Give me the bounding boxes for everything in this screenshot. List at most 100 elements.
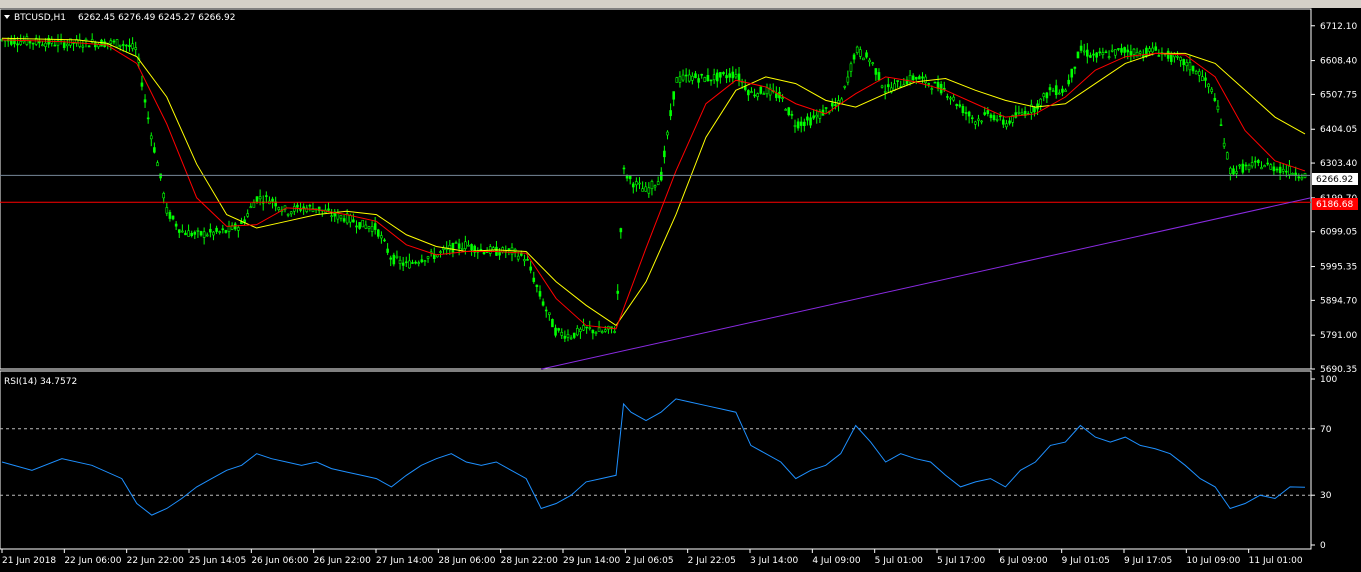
candle-body: [1098, 51, 1102, 54]
candle-body: [930, 88, 934, 90]
candle-body: [989, 114, 993, 118]
candle-body: [1219, 124, 1223, 127]
candle-body: [395, 255, 399, 258]
candle-body: [541, 301, 545, 306]
candle-body: [669, 110, 672, 117]
candle-body: [924, 76, 927, 83]
price-tick-label: 6303.40: [1320, 159, 1357, 169]
candle-body: [886, 84, 890, 88]
candle-body: [153, 147, 156, 153]
candle-body: [308, 204, 312, 207]
candle-body: [1197, 71, 1201, 76]
candle-body: [227, 226, 231, 232]
candle-body: [946, 96, 949, 98]
candle-body: [855, 46, 859, 53]
candle-body: [1132, 48, 1136, 55]
candle-body: [914, 76, 918, 80]
candle-body: [389, 257, 393, 260]
time-tick-label: 4 Jul 09:00: [812, 556, 861, 566]
candle-body: [255, 196, 259, 202]
candle-body: [815, 114, 819, 118]
candle-body: [149, 135, 153, 140]
candle-body: [364, 224, 368, 229]
candle-body: [352, 219, 355, 223]
candle-body: [762, 93, 766, 95]
candle-body: [1266, 162, 1269, 165]
candle-body: [868, 59, 871, 63]
candle-body: [1123, 47, 1126, 53]
candle-body: [958, 104, 962, 107]
candle-body: [1058, 92, 1061, 95]
candle-body: [19, 41, 22, 45]
candle-body: [585, 326, 588, 329]
candle-body: [775, 93, 778, 98]
candle-body: [616, 290, 620, 294]
candle-body: [635, 181, 638, 186]
candle-body: [1191, 65, 1195, 72]
candle-body: [576, 328, 579, 336]
candle-body: [560, 332, 564, 336]
time-tick-label: 9 Jul 17:05: [1124, 556, 1172, 566]
candle-body: [177, 229, 181, 233]
time-tick-label: 2 Jul 22:05: [688, 556, 736, 566]
candle-body: [118, 44, 122, 47]
rsi-title: RSI(14) 34.7572: [4, 377, 77, 387]
candle-body: [492, 247, 495, 251]
candle-body: [628, 175, 632, 180]
price-tick-label: 6712.10: [1320, 22, 1357, 32]
candle-body: [572, 332, 576, 338]
candle-body: [417, 262, 421, 264]
candle-body: [336, 212, 340, 220]
candle-body: [650, 181, 654, 189]
candle-body: [1291, 173, 1294, 175]
candle-body: [594, 332, 598, 334]
candle-body: [656, 181, 660, 186]
candle-body: [998, 115, 1002, 118]
time-tick-label: 11 Jul 01:00: [1249, 556, 1303, 566]
candle-body: [392, 254, 396, 265]
candle-body: [880, 85, 884, 88]
candle-body: [131, 43, 134, 49]
candle-body: [1185, 62, 1189, 67]
candle-body: [1045, 92, 1049, 99]
candle-body: [426, 256, 430, 259]
time-tick-label: 10 Jul 09:00: [1186, 556, 1240, 566]
candle-body: [386, 248, 389, 253]
candle-body: [339, 215, 343, 219]
candle-body: [647, 187, 651, 194]
candle-body: [983, 112, 986, 115]
candle-body: [1061, 88, 1064, 93]
candle-body: [193, 231, 197, 235]
candle-body: [414, 261, 417, 264]
candle-body: [439, 251, 442, 253]
candle-body: [1101, 52, 1105, 56]
candle-body: [790, 114, 794, 116]
candle-body: [367, 226, 371, 229]
candle-body: [1107, 56, 1111, 58]
candle-body: [224, 230, 228, 233]
candle-body: [482, 251, 486, 255]
candle-body: [1166, 50, 1170, 59]
candle-body: [1281, 168, 1285, 172]
candle-body: [980, 120, 983, 123]
candle-body: [737, 73, 741, 81]
price-tick-label: 5791.00: [1320, 331, 1357, 341]
candle-body: [631, 183, 635, 188]
candle-body: [1089, 55, 1092, 58]
candle-body: [554, 327, 557, 336]
candle-body: [862, 57, 865, 61]
candle-body: [1104, 51, 1108, 54]
candle-body: [1297, 176, 1301, 179]
candle-body: [249, 206, 253, 209]
time-tick-label: 9 Jul 01:05: [1062, 556, 1110, 566]
candle-body: [330, 215, 333, 217]
candle-body: [722, 72, 725, 75]
candle-body: [681, 74, 685, 81]
candle-body: [893, 83, 896, 91]
rsi-tick-label: 30: [1320, 491, 1332, 501]
candle-body: [44, 42, 47, 47]
time-tick-label: 3 Jul 14:00: [750, 556, 799, 566]
candle-body: [600, 331, 604, 333]
candle-body: [184, 232, 187, 236]
candle-body: [62, 42, 66, 48]
